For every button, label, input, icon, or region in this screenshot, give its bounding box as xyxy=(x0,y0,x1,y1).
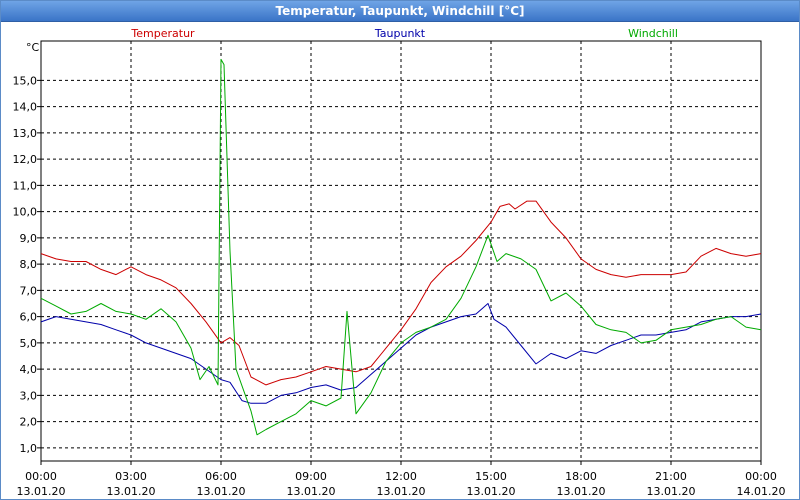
y-axis-label: °C xyxy=(26,41,40,54)
x-tick-date: 13.01.20 xyxy=(557,485,606,498)
window-title: Temperatur, Taupunkt, Windchill [°C] xyxy=(1,1,799,22)
x-tick-time: 00:00 xyxy=(745,470,777,483)
x-tick-time: 06:00 xyxy=(205,470,237,483)
x-tick-date: 13.01.20 xyxy=(467,485,516,498)
x-tick-time: 03:00 xyxy=(115,470,147,483)
y-tick-label: 15,0 xyxy=(13,74,38,87)
x-tick-date: 14.01.20 xyxy=(737,485,786,498)
x-axis-ticks: 00:00 13.01.20 03:00 13.01.20 06:00 13.01.20 0… xyxy=(17,461,786,498)
x-tick-time: 09:00 xyxy=(295,470,327,483)
x-tick-time: 18:00 xyxy=(565,470,597,483)
y-tick-label: 9,0 xyxy=(20,232,38,245)
x-tick-time: 21:00 xyxy=(655,470,687,483)
y-tick-label: 13,0 xyxy=(13,127,38,140)
y-tick-label: 3,0 xyxy=(20,389,38,402)
x-tick-date: 13.01.20 xyxy=(287,485,336,498)
legend-entry-taupunkt: Taupunkt xyxy=(374,27,426,40)
x-tick-time: 00:00 xyxy=(25,470,57,483)
line-chart: 1,0 2,0 3,0 4,0 5,0 6,0 7,0 8,0 9,0 10,0 11,0 12,0 1… xyxy=(13,27,786,498)
x-tick-time: 12:00 xyxy=(385,470,417,483)
x-tick-date: 13.01.20 xyxy=(17,485,66,498)
x-tick-date: 13.01.20 xyxy=(377,485,426,498)
legend-entry-windchill: Windchill xyxy=(628,27,678,40)
y-tick-label: 12,0 xyxy=(13,153,38,166)
legend: Temperatur Taupunkt Windchill xyxy=(130,27,678,40)
y-tick-label: 1,0 xyxy=(20,442,38,455)
y-tick-label: 2,0 xyxy=(20,416,38,429)
legend-entry-temperatur: Temperatur xyxy=(130,27,195,40)
y-tick-label: 11,0 xyxy=(13,179,38,192)
x-tick-date: 13.01.20 xyxy=(107,485,156,498)
y-tick-label: 8,0 xyxy=(20,258,38,271)
y-tick-label: 4,0 xyxy=(20,363,38,376)
x-tick-date: 13.01.20 xyxy=(647,485,696,498)
x-tick-date: 13.01.20 xyxy=(197,485,246,498)
y-tick-label: 7,0 xyxy=(20,284,38,297)
y-tick-label: 10,0 xyxy=(13,206,38,219)
y-tick-label: 14,0 xyxy=(13,101,38,114)
y-tick-label: 6,0 xyxy=(20,311,38,324)
y-tick-label: 5,0 xyxy=(20,337,38,350)
x-tick-time: 15:00 xyxy=(475,470,507,483)
y-axis-ticks: 1,0 2,0 3,0 4,0 5,0 6,0 7,0 8,0 9,0 10,0 11,0 12,0 1… xyxy=(13,74,41,455)
chart-window: Temperatur, Taupunkt, Windchill [°C] 1,0… xyxy=(0,0,800,500)
